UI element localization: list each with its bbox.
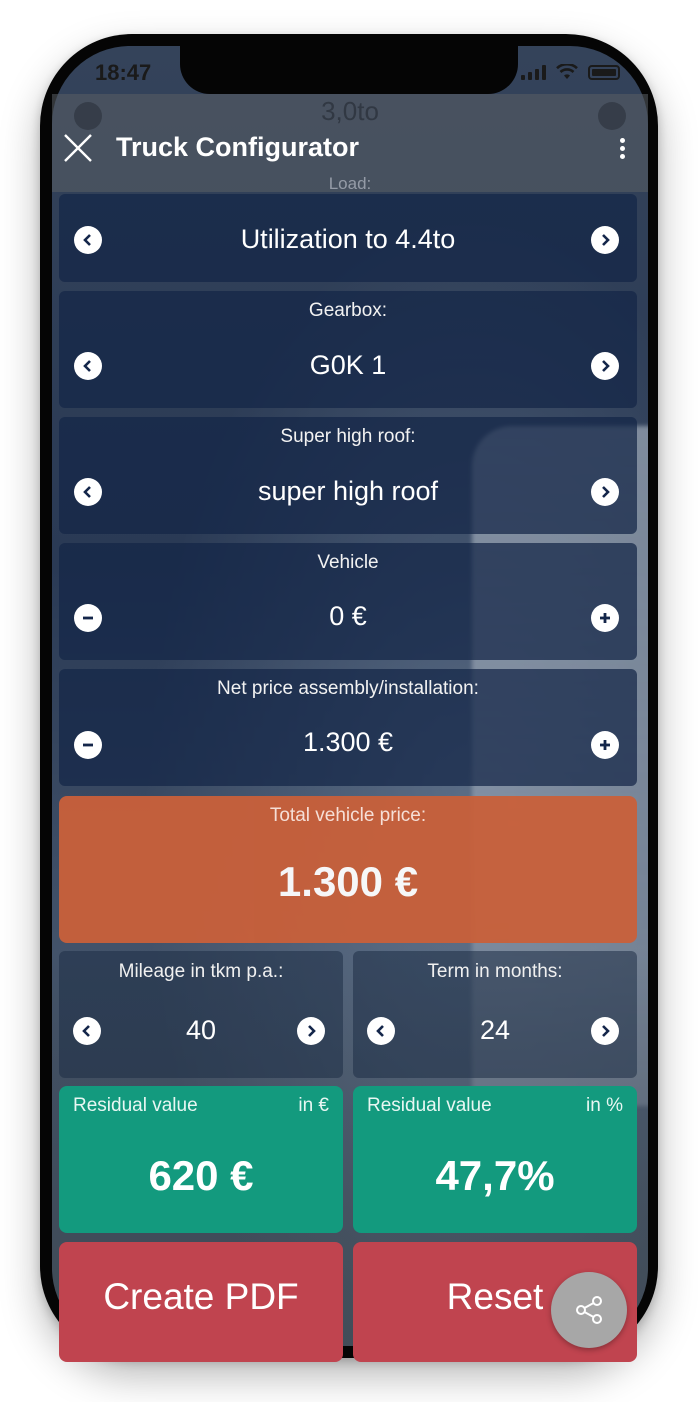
vehicle-label: Vehicle [317, 552, 379, 573]
chevron-right-icon [602, 1025, 610, 1037]
chevron-right-icon [308, 1025, 316, 1037]
minus-icon [83, 616, 93, 620]
create-pdf-button[interactable]: Create PDF [59, 1242, 343, 1362]
page-title: Truck Configurator [116, 132, 360, 162]
mileage-label: Mileage in tkm p.a.: [118, 961, 284, 982]
residual-value-eur: 620 € [148, 1152, 254, 1199]
chevron-left-icon [83, 486, 91, 498]
plus-icon [600, 740, 610, 750]
chevron-left-icon [376, 1025, 384, 1037]
increase-net-price-button[interactable] [591, 731, 619, 759]
mileage-card: Mileage in tkm p.a.: 40 [59, 951, 343, 1078]
residual-value-pct-label: Residual value [367, 1095, 492, 1116]
chevron-left-icon [83, 234, 91, 246]
decrease-net-price-button[interactable] [74, 731, 102, 759]
chevron-right-icon [602, 360, 610, 372]
minus-icon [83, 743, 93, 747]
more-vertical-icon[interactable] [618, 138, 626, 160]
residual-value-pct: 47,7% [435, 1152, 555, 1199]
close-icon[interactable] [62, 132, 94, 164]
total-price-value: 1.300 € [277, 858, 419, 905]
gearbox-label: Gearbox: [308, 300, 388, 321]
signal-icon [521, 64, 546, 80]
next-utilization-button[interactable] [591, 226, 619, 254]
utilization-card: Utilization to 4.4to [59, 194, 637, 282]
gearbox-value: G0K 1 [309, 350, 387, 380]
prev-gearbox-button[interactable] [74, 352, 102, 380]
battery-icon [588, 64, 620, 80]
gearbox-card: Gearbox: G0K 1 [59, 291, 637, 408]
residual-value-pct-panel: Residual value in % 47,7% [353, 1086, 637, 1233]
load-value: 3,0to [321, 96, 379, 126]
chevron-left-icon [82, 1025, 90, 1037]
status-icons [521, 64, 620, 80]
next-gearbox-button[interactable] [591, 352, 619, 380]
net-price-label: Net price assembly/installation: [217, 678, 479, 699]
chevron-right-icon[interactable] [598, 102, 626, 130]
mileage-value: 40 [185, 1015, 217, 1045]
next-mileage-button[interactable] [297, 1017, 325, 1045]
net-price-card: Net price assembly/installation: 1.300 € [59, 669, 637, 786]
prev-roof-button[interactable] [74, 478, 102, 506]
chevron-left-icon [83, 360, 91, 372]
plus-icon [600, 613, 610, 623]
roof-value: super high roof [257, 476, 439, 506]
total-price-panel: Total vehicle price: 1.300 € [59, 796, 637, 943]
next-term-button[interactable] [591, 1017, 619, 1045]
vehicle-card: Vehicle 0 € [59, 543, 637, 660]
total-price-label: Total vehicle price: [269, 805, 427, 826]
app-toolbar: 3,0to Truck Configurator Load: [52, 94, 648, 193]
share-icon [576, 1296, 602, 1324]
prev-term-button[interactable] [367, 1017, 395, 1045]
prev-utilization-button[interactable] [74, 226, 102, 254]
wifi-icon [556, 64, 578, 79]
residual-value-pct-unit: in % [586, 1095, 623, 1116]
load-label: Load: [328, 174, 372, 193]
residual-value-eur-panel: Residual value in € 620 € [59, 1086, 343, 1233]
utilization-value: Utilization to 4.4to [240, 224, 456, 254]
vehicle-value: 0 € [329, 601, 367, 631]
load-row-ghost: 3,0to [52, 94, 648, 134]
term-card: Term in months: 24 [353, 951, 637, 1078]
increase-vehicle-button[interactable] [591, 604, 619, 632]
roof-card: Super high roof: super high roof [59, 417, 637, 534]
residual-value-eur-label: Residual value [73, 1095, 198, 1116]
next-roof-button[interactable] [591, 478, 619, 506]
share-button[interactable] [551, 1272, 627, 1348]
create-pdf-label: Create PDF [103, 1276, 299, 1317]
residual-value-eur-unit: in € [298, 1095, 329, 1116]
chevron-right-icon [602, 486, 610, 498]
reset-label: Reset [446, 1276, 544, 1317]
decrease-vehicle-button[interactable] [74, 604, 102, 632]
term-value: 24 [479, 1015, 511, 1045]
term-label: Term in months: [427, 961, 563, 982]
status-time: 18:47 [95, 60, 152, 85]
prev-mileage-button[interactable] [73, 1017, 101, 1045]
chevron-right-icon [602, 234, 610, 246]
device-notch [180, 46, 518, 94]
net-price-value: 1.300 € [302, 727, 394, 757]
roof-label: Super high roof: [280, 426, 416, 447]
